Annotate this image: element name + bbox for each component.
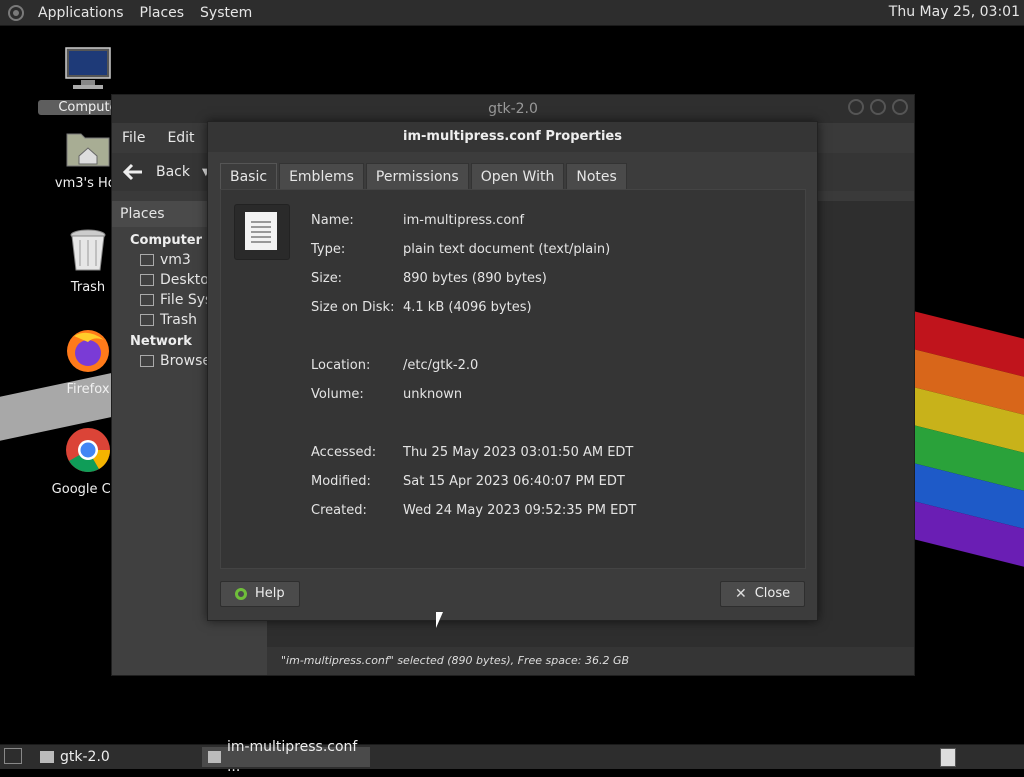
tab-open-with[interactable]: Open With (470, 163, 565, 190)
sidebar-item-label: Trash (160, 312, 197, 328)
show-desktop-icon[interactable] (4, 748, 22, 764)
prop-location-value: /etc/gtk-2.0 (403, 358, 479, 373)
tab-bar: Basic Emblems Permissions Open With Note… (220, 163, 629, 190)
back-arrow-icon (122, 163, 142, 181)
trash-icon (70, 229, 106, 271)
wallpaper-rainbow (914, 311, 1024, 630)
prop-modified-value: Sat 15 Apr 2023 06:40:07 PM EDT (403, 474, 625, 489)
task-label: gtk-2.0 (60, 749, 110, 765)
window-controls (848, 99, 908, 115)
tab-permissions[interactable]: Permissions (365, 163, 469, 190)
task-gtk-2-0[interactable]: gtk-2.0 (34, 747, 116, 767)
trash-icon (140, 314, 154, 326)
prop-location-label: Location: (311, 358, 371, 373)
close-icon: ✕ (735, 586, 747, 602)
properties-dialog[interactable]: im-multipress.conf Properties Basic Embl… (207, 121, 818, 621)
folder-icon (40, 751, 54, 763)
text-file-icon (208, 751, 221, 763)
tab-emblems[interactable]: Emblems (279, 163, 364, 190)
prop-size-label: Size: (311, 271, 343, 286)
sidebar-item-label: Browse (160, 353, 211, 369)
window-title: gtk-2.0 (488, 101, 538, 117)
prop-volume-value: unknown (403, 387, 463, 402)
status-bar: "im-multipress.conf" selected (890 bytes… (267, 647, 914, 675)
prop-name-value[interactable]: im-multipress.conf (403, 213, 524, 228)
home-folder-icon (66, 133, 110, 167)
tab-basic[interactable]: Basic (220, 163, 278, 190)
task-label: im-multipress.conf ... (226, 739, 358, 775)
mouse-pointer-icon (436, 612, 443, 628)
back-label: Back (156, 164, 190, 180)
prop-created-value: Wed 24 May 2023 09:52:35 PM EDT (403, 503, 637, 518)
distro-logo-icon[interactable] (8, 4, 24, 21)
prop-accessed-value: Thu 25 May 2023 03:01:50 AM EDT (403, 445, 634, 460)
prop-name-label: Name: (311, 213, 354, 228)
close-label: Close (754, 586, 791, 601)
help-label: Help (255, 586, 285, 601)
bottom-panel: gtk-2.0 im-multipress.conf ... (0, 739, 1024, 775)
menu-file[interactable]: File (122, 130, 145, 146)
prop-created-label: Created: (311, 503, 367, 518)
drive-icon (140, 294, 154, 306)
workspace-switcher-icon[interactable] (940, 748, 956, 767)
menu-places[interactable]: Places (132, 5, 193, 21)
home-icon (140, 254, 154, 266)
prop-modified-label: Modified: (311, 474, 371, 489)
text-file-icon[interactable] (234, 204, 290, 260)
help-icon (235, 588, 247, 600)
prop-volume-label: Volume: (311, 387, 364, 402)
basic-panel: Name: im-multipress.conf Type: plain tex… (220, 189, 806, 569)
maximize-icon[interactable] (870, 99, 886, 115)
top-panel: Applications Places System Thu May 25, 0… (0, 0, 1024, 26)
dialog-title[interactable]: im-multipress.conf Properties (208, 122, 817, 152)
minimize-icon[interactable] (848, 99, 864, 115)
menu-system[interactable]: System (192, 5, 260, 21)
network-icon (140, 355, 154, 367)
menu-applications[interactable]: Applications (30, 5, 132, 21)
prop-size-value: 890 bytes (890 bytes) (403, 271, 547, 286)
computer-icon (65, 47, 111, 89)
firefox-icon (67, 330, 109, 372)
tab-notes[interactable]: Notes (566, 163, 627, 190)
prop-type-value: plain text document (text/plain) (403, 242, 611, 257)
prop-size-on-disk-value: 4.1 kB (4096 bytes) (403, 300, 532, 315)
sidebar-item-label: File Sys (160, 292, 213, 308)
task-properties[interactable]: im-multipress.conf ... (202, 739, 370, 775)
prop-size-on-disk-label: Size on Disk: (311, 300, 395, 315)
clock[interactable]: Thu May 25, 03:01 (889, 4, 1020, 20)
close-icon[interactable] (892, 99, 908, 115)
prop-accessed-label: Accessed: (311, 445, 377, 460)
sidebar-item-label: Deskto (160, 272, 209, 288)
back-button[interactable]: Back ▼ (122, 163, 210, 181)
prop-type-label: Type: (311, 242, 346, 257)
chrome-icon (66, 428, 110, 472)
window-titlebar[interactable]: gtk-2.0 (112, 95, 914, 123)
close-button[interactable]: ✕ Close (720, 581, 806, 607)
sidebar-item-label: vm3 (160, 252, 191, 268)
help-button[interactable]: Help (220, 581, 300, 607)
desktop-folder-icon (140, 274, 154, 286)
menu-edit[interactable]: Edit (167, 130, 194, 146)
